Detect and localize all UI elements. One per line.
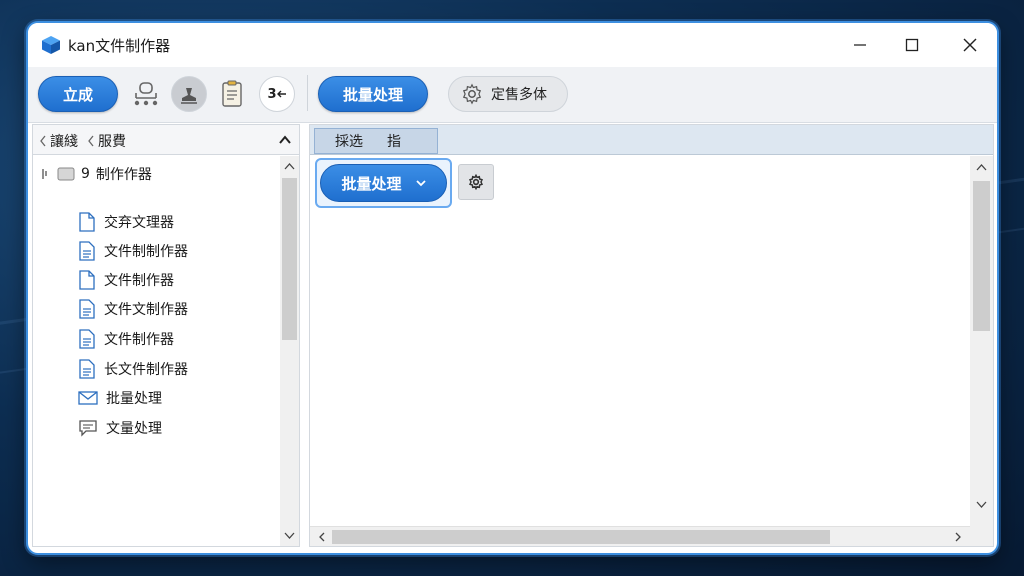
- scroll-down-icon[interactable]: [976, 501, 987, 509]
- file-text-icon: [79, 299, 95, 319]
- file-icon: [79, 212, 95, 232]
- chat-icon: [79, 420, 97, 437]
- tree-item-label: 文件制制作器: [104, 244, 188, 260]
- tree-item-label: 交弃文理器: [104, 215, 174, 231]
- clipboard-tool-button[interactable]: [214, 76, 250, 112]
- network-icon: [134, 82, 158, 106]
- expander-icon[interactable]: [41, 168, 51, 180]
- scroll-up-icon[interactable]: [976, 163, 987, 171]
- collapse-chevron-icon[interactable]: [279, 135, 291, 144]
- maximize-icon: [905, 38, 919, 52]
- tree-item-label: 文件文制作器: [104, 302, 188, 318]
- step-tool-button[interactable]: 3: [259, 76, 295, 112]
- primary-button[interactable]: 立成: [38, 76, 118, 112]
- tree-item[interactable]: 文件制作器: [78, 267, 174, 293]
- chevron-left-icon: [40, 135, 46, 147]
- breadcrumb-label: 服費: [98, 134, 126, 150]
- network-tool-button[interactable]: [128, 76, 164, 112]
- file-text-icon: [79, 329, 95, 349]
- tab-label: 採选: [335, 134, 363, 150]
- tree-root-number: 9: [81, 166, 90, 182]
- scroll-down-icon[interactable]: [284, 532, 295, 540]
- gear-icon: [462, 83, 482, 105]
- settings-label: 定售多体: [491, 87, 547, 103]
- gear-button[interactable]: [458, 164, 494, 200]
- cube-icon: [42, 36, 60, 54]
- gear-icon: [468, 174, 484, 190]
- batch-process-button[interactable]: 批量处理: [318, 76, 428, 112]
- stamp-tool-button[interactable]: [171, 76, 207, 112]
- main-panel: 採选 指 批量处理: [309, 124, 994, 547]
- scroll-left-icon[interactable]: [318, 532, 326, 542]
- folder-icon: [57, 167, 75, 181]
- mail-icon: [78, 391, 98, 405]
- tree-root-label: 制作作器: [95, 167, 152, 183]
- tab-active[interactable]: 採选 指: [314, 128, 438, 154]
- tree-item-label: 文量处理: [106, 421, 162, 437]
- tree-item-label: 文件制作器: [104, 273, 174, 289]
- close-button[interactable]: [948, 30, 992, 60]
- step-tool-label: 3: [267, 86, 277, 102]
- tree-item[interactable]: 交弃文理器: [78, 209, 174, 235]
- tab-label-secondary: 指: [387, 134, 401, 150]
- tree-item[interactable]: 文件文制作器: [78, 296, 188, 322]
- chevron-down-icon: [415, 179, 426, 186]
- app-title: kan文件制作器: [68, 37, 171, 55]
- maximize-button[interactable]: [890, 30, 934, 60]
- title-bar: kan文件制作器: [28, 23, 997, 67]
- toolbar-separator: [307, 75, 308, 111]
- left-panel: 讓綫 服費 9 制作作器 交弃文理器 文件制制作器 文件制作器 文件文制作器 文…: [32, 124, 300, 547]
- breadcrumb-item[interactable]: 服費: [87, 131, 126, 151]
- scroll-thumb[interactable]: [282, 178, 297, 340]
- file-text-icon: [79, 241, 95, 261]
- tree-item-label: 批量处理: [106, 391, 162, 407]
- minimize-icon: [854, 44, 866, 46]
- tab-bar: 採选 指: [310, 125, 993, 155]
- chevron-left-icon: [88, 135, 94, 147]
- tree-item-label: 长文件制作器: [104, 362, 188, 378]
- arrow-left-icon: [276, 90, 286, 98]
- settings-button[interactable]: 定售多体: [448, 76, 568, 112]
- tree-item[interactable]: 批量处理: [78, 385, 162, 411]
- main-vertical-scrollbar[interactable]: [970, 156, 993, 546]
- batch-dropdown-container: 批量处理: [315, 158, 452, 208]
- close-icon: [963, 38, 977, 52]
- file-icon: [79, 270, 95, 290]
- scroll-thumb[interactable]: [332, 530, 830, 544]
- tree-root[interactable]: 9 制作作器: [41, 163, 152, 185]
- scroll-right-icon[interactable]: [954, 532, 962, 542]
- left-vertical-scrollbar[interactable]: [280, 156, 299, 546]
- tree-item-label: 文件制作器: [104, 332, 174, 348]
- breadcrumb-label: 讓綫: [50, 134, 78, 150]
- tree-item[interactable]: 文量处理: [78, 415, 162, 441]
- minimize-button[interactable]: [838, 30, 882, 60]
- batch-dropdown-button[interactable]: 批量处理: [320, 164, 447, 202]
- breadcrumb-item[interactable]: 讓綫: [39, 131, 78, 151]
- stamp-icon: [181, 88, 197, 104]
- batch-dropdown-label: 批量处理: [341, 174, 402, 193]
- tree-item[interactable]: 文件制作器: [78, 326, 174, 352]
- clipboard-icon: [222, 80, 242, 107]
- app-window: kan文件制作器 立成 3 批量处理 定售多体 讓綫 服費 9 制作作器 交弃文…: [26, 21, 999, 555]
- scroll-up-icon[interactable]: [284, 162, 295, 170]
- tree-item[interactable]: 长文件制作器: [78, 356, 188, 382]
- left-panel-header: 讓綫 服費: [33, 125, 299, 155]
- file-text-icon: [79, 359, 95, 379]
- tree-item[interactable]: 文件制制作器: [78, 238, 188, 264]
- scroll-thumb[interactable]: [973, 181, 990, 331]
- main-horizontal-scrollbar[interactable]: [310, 526, 970, 546]
